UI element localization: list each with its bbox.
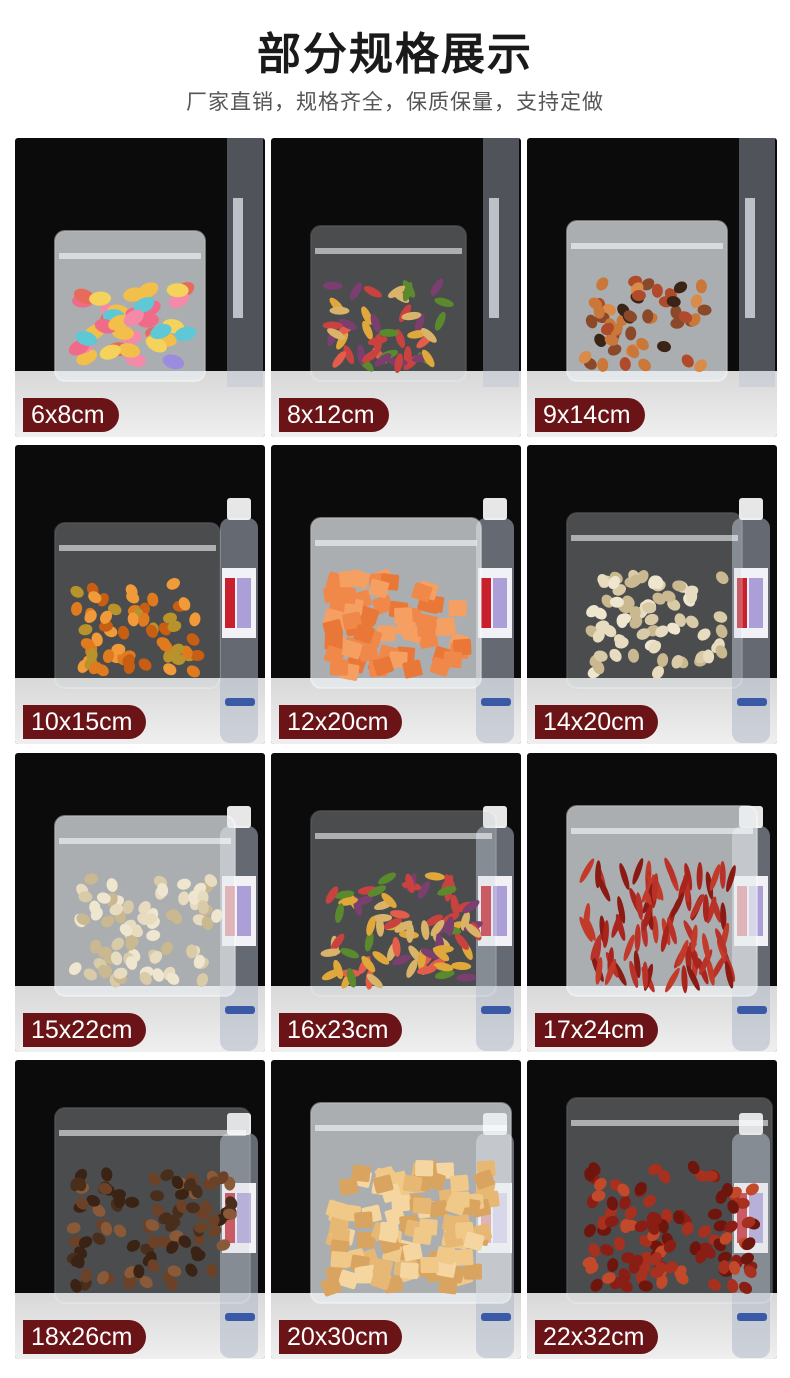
zip-seal — [315, 1125, 507, 1131]
product-card: 14x20cm — [527, 445, 777, 744]
water-bottle — [220, 498, 258, 743]
zip-seal — [315, 540, 477, 546]
water-bottle — [739, 138, 775, 387]
product-photo — [310, 498, 514, 743]
product-photo — [310, 138, 519, 387]
size-label: 17x24cm — [535, 1013, 659, 1047]
zip-seal — [571, 243, 723, 249]
product-card: 10x15cm — [15, 445, 265, 744]
size-label: 20x30cm — [279, 1320, 403, 1354]
product-photo — [566, 805, 770, 1051]
zip-seal — [59, 545, 216, 551]
product-grid: 6x8cm 8x12cm 9x14cm 10x15cm 12x20cm 14x20cm 15… — [0, 0, 790, 1378]
product-card: 12x20cm — [271, 445, 521, 744]
zip-seal — [59, 253, 201, 259]
product-photo — [566, 498, 770, 743]
product-photo — [566, 138, 775, 387]
product-card: 15x22cm — [15, 753, 265, 1052]
zip-seal — [315, 833, 492, 839]
zip-seal — [571, 1120, 768, 1126]
product-card: 20x30cm — [271, 1060, 521, 1359]
product-card: 17x24cm — [527, 753, 777, 1052]
product-photo — [54, 138, 263, 387]
size-label: 18x26cm — [23, 1320, 147, 1354]
product-photo — [54, 1107, 258, 1358]
zip-seal — [59, 1130, 246, 1136]
water-bottle — [227, 138, 263, 387]
product-card: 18x26cm — [15, 1060, 265, 1359]
zip-seal — [315, 248, 462, 254]
product-card: 22x32cm — [527, 1060, 777, 1359]
size-label: 15x22cm — [23, 1013, 147, 1047]
size-label: 14x20cm — [535, 705, 659, 739]
size-label: 22x32cm — [535, 1320, 659, 1354]
size-label: 12x20cm — [279, 705, 403, 739]
zip-seal — [571, 828, 753, 834]
product-photo — [566, 1097, 773, 1358]
size-label: 8x12cm — [279, 398, 389, 432]
product-card: 9x14cm — [527, 138, 777, 437]
product-card: 8x12cm — [271, 138, 521, 437]
product-card: 6x8cm — [15, 138, 265, 437]
product-card: 16x23cm — [271, 753, 521, 1052]
product-photo — [310, 806, 514, 1051]
zip-seal — [59, 838, 231, 844]
size-label: 9x14cm — [535, 398, 645, 432]
product-photo — [54, 806, 258, 1051]
size-label: 6x8cm — [23, 398, 119, 432]
size-label: 10x15cm — [23, 705, 147, 739]
size-label: 16x23cm — [279, 1013, 403, 1047]
product-photo — [310, 1102, 514, 1358]
zip-seal — [571, 535, 738, 541]
water-bottle — [483, 138, 519, 387]
product-photo — [54, 498, 258, 743]
